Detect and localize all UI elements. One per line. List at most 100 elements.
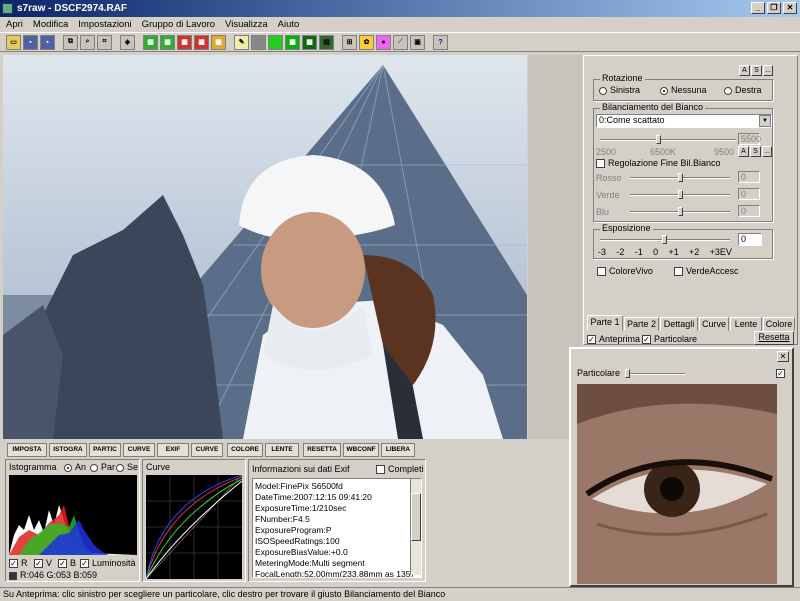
hist-b-label: B bbox=[70, 558, 77, 568]
btab-wbconf[interactable]: WBCONF bbox=[343, 443, 379, 457]
rotation-s-button[interactable]: S bbox=[751, 65, 762, 76]
btab-partic[interactable]: PARTIC bbox=[89, 443, 121, 457]
radio-destra[interactable]: Destra bbox=[724, 85, 762, 95]
wb-value-field[interactable]: 5500 bbox=[738, 133, 761, 145]
rotation-more-button[interactable]: ... bbox=[763, 65, 773, 76]
save-icon[interactable]: ▪ bbox=[23, 34, 38, 50]
btab-libera[interactable]: LIBERA bbox=[381, 443, 415, 457]
green-square-icon[interactable] bbox=[268, 34, 283, 50]
rosso-slider[interactable] bbox=[630, 173, 730, 182]
btab-exif[interactable]: EXIF bbox=[157, 443, 189, 457]
menu-gruppo[interactable]: Gruppo di Lavoro bbox=[142, 17, 215, 32]
copy-icon[interactable]: ⧉ bbox=[63, 34, 78, 50]
rosso-value[interactable]: 0 bbox=[738, 171, 760, 183]
wb-fine-checkbox[interactable]: Regolazione Fine Bil.Bianco bbox=[596, 158, 721, 169]
grid-stripe-icon[interactable]: ▤ bbox=[319, 34, 334, 50]
batch-icon[interactable]: ◈ bbox=[120, 34, 135, 50]
exposure-slider[interactable] bbox=[600, 235, 730, 244]
btab-imposta[interactable]: IMPOSTA bbox=[7, 443, 47, 457]
minimize-button[interactable]: _ bbox=[751, 2, 765, 14]
blu-thumb[interactable] bbox=[678, 207, 683, 216]
anteprima-checkbox[interactable]: ✓ Anteprima bbox=[587, 334, 640, 345]
close-button[interactable]: ✕ bbox=[783, 2, 797, 14]
menu-impostazioni[interactable]: Impostazioni bbox=[78, 17, 131, 32]
preset-2-icon[interactable]: ▦ bbox=[160, 34, 175, 50]
rosso-thumb[interactable] bbox=[678, 173, 683, 182]
menu-aiuto[interactable]: Aiuto bbox=[278, 17, 300, 32]
wb-preset-select[interactable]: 0:Come scattato ▼ bbox=[596, 114, 772, 128]
hist-mode-an[interactable]: An bbox=[64, 462, 86, 472]
menu-modifica[interactable]: Modifica bbox=[33, 17, 68, 32]
save-as-icon[interactable]: ▪ bbox=[40, 34, 55, 50]
maximize-button[interactable]: ❐ bbox=[767, 2, 781, 14]
btab-resetta[interactable]: RESETTA bbox=[303, 443, 341, 457]
menu-apri[interactable]: Apri bbox=[6, 17, 23, 32]
popup-zoom-slider[interactable] bbox=[625, 369, 685, 378]
help-icon[interactable]: ? bbox=[433, 34, 448, 50]
exif-listbox[interactable]: Model:FinePix S6500fd DateTime:2007:12:1… bbox=[252, 478, 422, 578]
hist-mode-par[interactable]: Par bbox=[90, 462, 115, 472]
btab-curve-2[interactable]: CURVE bbox=[191, 443, 223, 457]
popup-zoom-thumb[interactable] bbox=[625, 369, 630, 378]
popup-close-button[interactable]: ✕ bbox=[777, 351, 789, 362]
exif-scrollbar[interactable] bbox=[410, 479, 421, 575]
tab-parte-2[interactable]: Parte 2 bbox=[624, 317, 659, 331]
btab-lente[interactable]: LENTE bbox=[265, 443, 299, 457]
wb-a-button[interactable]: A bbox=[738, 146, 749, 157]
photo-preview[interactable] bbox=[3, 55, 527, 439]
rgb-icon[interactable]: ● bbox=[376, 34, 391, 50]
open-folder-icon[interactable]: ▭ bbox=[6, 34, 21, 50]
radio-nessuna[interactable]: Nessuna bbox=[660, 85, 707, 95]
layout-icon[interactable]: ⊞ bbox=[342, 34, 357, 50]
radio-sinistra[interactable]: Sinistra bbox=[599, 85, 640, 95]
preset-3-icon[interactable]: ▦ bbox=[177, 34, 192, 50]
tab-colore[interactable]: Colore bbox=[763, 317, 795, 331]
verde-thumb[interactable] bbox=[678, 190, 683, 199]
pencil-icon[interactable]: ✎ bbox=[234, 34, 249, 50]
find-icon[interactable]: ⌕ bbox=[80, 34, 95, 50]
particolare-checkbox[interactable]: ✓ Particolare bbox=[642, 334, 697, 345]
exposure-value[interactable]: 0 bbox=[738, 233, 762, 246]
exposure-thumb[interactable] bbox=[662, 235, 667, 244]
btab-curve[interactable]: CURVE bbox=[123, 443, 155, 457]
blu-value[interactable]: 0 bbox=[738, 205, 760, 217]
chart-icon[interactable]: ⟋ bbox=[393, 34, 408, 50]
grid-dark-icon[interactable]: ▦ bbox=[302, 34, 317, 50]
preset-1-icon[interactable]: ▦ bbox=[143, 34, 158, 50]
rotation-a-button[interactable]: A bbox=[739, 65, 750, 76]
blu-slider[interactable] bbox=[630, 207, 730, 216]
wb-slider-thumb[interactable] bbox=[656, 135, 661, 144]
popup-checkbox[interactable]: ✓ bbox=[776, 368, 788, 379]
resetta-button[interactable]: Resetta bbox=[754, 331, 794, 345]
btab-colore[interactable]: COLORE bbox=[227, 443, 263, 457]
preset-5-icon[interactable]: ▦ bbox=[211, 34, 226, 50]
grid-green-icon[interactable]: ▦ bbox=[285, 34, 300, 50]
colore-vivo-checkbox[interactable]: ColoreVivo bbox=[597, 266, 653, 277]
hist-r-checkbox[interactable]: ✓ R bbox=[9, 558, 28, 569]
image-icon[interactable]: ▣ bbox=[410, 34, 425, 50]
preset-4-icon[interactable]: ▦ bbox=[194, 34, 209, 50]
curve-graph[interactable] bbox=[145, 474, 243, 580]
hist-v-checkbox[interactable]: ✓ V bbox=[34, 558, 52, 569]
hist-lum-checkbox[interactable]: ✓ Luminosità bbox=[80, 558, 136, 569]
tab-dettagli[interactable]: Dettagli bbox=[660, 317, 698, 331]
wb-slider[interactable] bbox=[600, 135, 736, 144]
verde-slider[interactable] bbox=[630, 190, 730, 199]
tab-curve[interactable]: Curve bbox=[699, 317, 729, 331]
color-wheel-icon[interactable]: ✿ bbox=[359, 34, 374, 50]
verde-value[interactable]: 0 bbox=[738, 188, 760, 200]
verde-accese-checkbox[interactable]: VerdeAccesc bbox=[674, 266, 739, 277]
completi-checkbox[interactable]: Completi bbox=[376, 464, 424, 475]
tab-parte-1[interactable]: Parte 1 bbox=[587, 315, 623, 331]
detail-image[interactable] bbox=[577, 384, 777, 584]
btab-istogra[interactable]: ISTOGRA bbox=[49, 443, 87, 457]
crop-icon[interactable]: ⌗ bbox=[97, 34, 112, 50]
menu-visualizza[interactable]: Visualizza bbox=[225, 17, 268, 32]
tab-lente[interactable]: Lente bbox=[730, 317, 762, 331]
wb-s-button[interactable]: S bbox=[750, 146, 761, 157]
hist-mode-se[interactable]: Se bbox=[116, 462, 138, 472]
hist-b-checkbox[interactable]: ✓ B bbox=[58, 558, 77, 569]
scroll-thumb[interactable] bbox=[411, 493, 421, 541]
wb-more-button[interactable]: ... bbox=[762, 146, 772, 157]
gray-square-icon[interactable] bbox=[251, 34, 266, 50]
